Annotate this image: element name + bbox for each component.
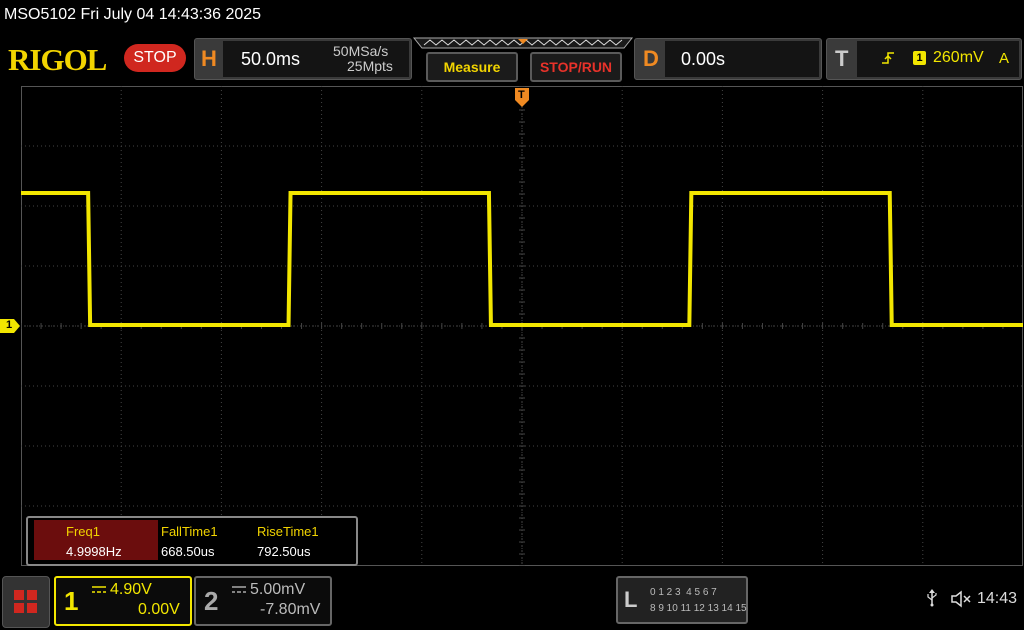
brand-logo: RIGOL — [8, 42, 107, 77]
usb-icon — [927, 589, 937, 607]
waveform-display[interactable] — [21, 86, 1023, 566]
delay-value: 0.00s — [681, 49, 726, 69]
measurement-header-0: Freq1 — [66, 524, 100, 539]
memory-depth: 25Mpts — [347, 58, 393, 74]
ch1-marker-label: 1 — [6, 319, 13, 331]
measurement-header-2: RiseTime1 — [257, 524, 319, 539]
logic-channels[interactable]: L 0 1 2 3 4 5 6 7 8 9 10 11 12 13 14 15 — [616, 576, 748, 624]
timebase-value: 50.0ms — [241, 49, 301, 69]
menu-grid-icon — [14, 590, 37, 613]
clock: 14:43 — [977, 590, 1018, 607]
ch1-scale: 4.90V — [110, 581, 152, 598]
memory-position-bar[interactable] — [412, 36, 634, 50]
ch2-scale: 5.00mV — [250, 581, 306, 598]
ch2-offset: -7.80mV — [260, 601, 321, 618]
trigger-panel[interactable]: T 1 260mV A — [826, 38, 1022, 80]
trigger-position-marker[interactable]: T — [515, 88, 529, 108]
ch1-number: 1 — [64, 586, 79, 616]
stop-run-button[interactable]: STOP/RUN — [530, 52, 622, 82]
ch1-settings[interactable]: 1 4.90V 0.00V — [54, 576, 192, 626]
trigger-marker-label: T — [518, 89, 525, 101]
ch1-offset: 0.00V — [138, 601, 180, 618]
measurement-value-1: 668.50us — [161, 544, 215, 559]
title-bar: MSO5102 Fri July 04 14:43:36 2025 — [0, 0, 1024, 32]
measure-button[interactable]: Measure — [426, 52, 518, 82]
measurement-value-2: 792.50us — [257, 544, 311, 559]
mute-icon[interactable] — [950, 590, 972, 608]
menu-button[interactable] — [2, 576, 50, 628]
measure-label: Measure — [443, 59, 501, 75]
logic-row-1: 0 1 2 3 4 5 6 7 — [650, 587, 717, 598]
ch1-ground-marker[interactable]: 1 — [0, 319, 20, 333]
trigger-mode: A — [999, 50, 1010, 67]
rising-edge-icon — [882, 52, 894, 64]
horizontal-panel[interactable]: H 50.0ms 50MSa/s 25Mpts — [194, 38, 412, 80]
measurement-panel[interactable]: Freq1 FallTime1 RiseTime1 4.9998Hz 668.5… — [26, 516, 358, 566]
measurement-header-1: FallTime1 — [161, 524, 218, 539]
horizontal-key: H — [201, 46, 217, 71]
stop-run-label: STOP/RUN — [539, 59, 613, 75]
logic-key: L — [624, 587, 638, 612]
delay-panel[interactable]: D 0.00s — [634, 38, 822, 80]
trigger-key: T — [835, 46, 849, 71]
title-text: MSO5102 Fri July 04 14:43:36 2025 — [4, 6, 262, 23]
measurement-value-0: 4.9998Hz — [66, 544, 122, 559]
logic-row-2: 8 9 10 11 12 13 14 15 — [650, 603, 747, 614]
trigger-source-badge: 1 — [913, 51, 926, 65]
ch2-number: 2 — [204, 586, 219, 616]
ch2-coupling-icon — [232, 586, 246, 593]
delay-key: D — [643, 46, 659, 71]
ch2-settings[interactable]: 2 5.00mV -7.80mV — [194, 576, 332, 626]
run-state-badge[interactable]: STOP — [124, 44, 186, 72]
trigger-level: 260mV — [933, 49, 984, 66]
dc-coupling-icon — [92, 586, 106, 593]
sample-rate: 50MSa/s — [333, 43, 389, 59]
